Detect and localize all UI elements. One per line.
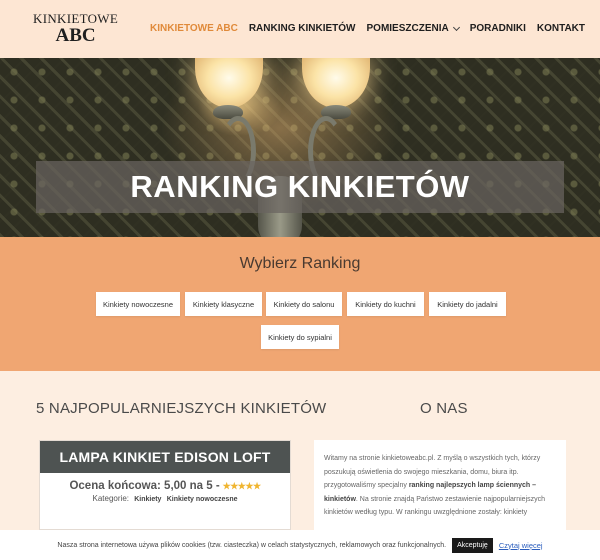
about-text-box: Witamy na stronie kinkietoweabc.pl. Z my…: [314, 440, 566, 530]
hero-title-box: RANKING KINKIETÓW: [36, 161, 564, 213]
ranking-button-bedroom[interactable]: Kinkiety do sypialni: [261, 325, 339, 349]
cookie-bar: Nasza strona internetowa używa plików co…: [0, 530, 600, 560]
about-section-title: O NAS: [420, 400, 468, 417]
product-title[interactable]: LAMPA KINKIET EDISON LOFT: [40, 441, 290, 473]
hero-title: RANKING KINKIETÓW: [130, 169, 470, 204]
ranking-button-classic[interactable]: Kinkiety klasyczne: [185, 292, 262, 316]
popular-section-title: 5 NAJPOPULARNIEJSZYCH KINKIETÓW: [36, 400, 327, 417]
ranking-button-kitchen[interactable]: Kinkiety do kuchni: [347, 292, 424, 316]
site-header: KINKIETOWE ABC KINKIETOWE ABC RANKING KI…: [0, 0, 600, 58]
main-nav: KINKIETOWE ABC RANKING KINKIETÓW POMIESZ…: [150, 23, 585, 34]
ranking-button-dining[interactable]: Kinkiety do jadalni: [429, 292, 506, 316]
nav-item-label: PORADNIKI: [469, 23, 526, 34]
category-link[interactable]: Kinkiety: [134, 496, 161, 503]
nav-item-ranking[interactable]: RANKING KINKIETÓW: [249, 23, 356, 34]
cookie-read-more-link[interactable]: Czytaj więcej: [499, 541, 543, 550]
product-card[interactable]: LAMPA KINKIET EDISON LOFT Ocena końcowa:…: [39, 440, 291, 530]
ranking-button-living-room[interactable]: Kinkiety do salonu: [266, 292, 342, 316]
star-rating-icon: ★★★★★: [222, 480, 261, 491]
cookie-accept-button[interactable]: Akceptuję: [452, 537, 493, 553]
logo-line-1: KINKIETOWE: [33, 11, 119, 26]
nav-item-label: KONTAKT: [536, 23, 585, 34]
product-categories: Kategorie: Kinkiety Kinkiety nowoczesne: [40, 494, 290, 503]
categories-label: Kategorie:: [92, 494, 129, 503]
nav-item-rooms[interactable]: POMIESZCZENIA: [366, 23, 460, 34]
ranking-button-modern[interactable]: Kinkiety nowoczesne: [96, 292, 180, 316]
cookie-text: Nasza strona internetowa używa plików co…: [57, 541, 447, 549]
nav-item-label: POMIESZCZENIA: [366, 23, 449, 34]
ranking-section: Wybierz Ranking Kinkiety nowoczesne Kink…: [0, 237, 600, 371]
site-logo[interactable]: KINKIETOWE ABC: [33, 12, 118, 45]
category-link[interactable]: Kinkiety nowoczesne: [167, 496, 238, 503]
nav-item-home[interactable]: KINKIETOWE ABC: [150, 23, 238, 34]
logo-line-2: ABC: [55, 25, 96, 46]
nav-item-label: KINKIETOWE ABC: [150, 23, 238, 34]
about-text-cont: . Na stronie znajdą Państwo zestawienie …: [324, 495, 546, 517]
chevron-down-icon: [452, 23, 460, 31]
nav-item-contact[interactable]: KONTAKT: [537, 23, 585, 34]
rating-label: Ocena końcowa: 5,00 na 5 -: [69, 480, 220, 492]
product-rating: Ocena końcowa: 5,00 na 5 - ★★★★★: [40, 480, 290, 492]
nav-item-guides[interactable]: PORADNIKI: [470, 23, 526, 34]
hero-banner: RANKING KINKIETÓW: [0, 58, 600, 237]
nav-item-label: RANKING KINKIETÓW: [248, 23, 356, 34]
ranking-title: Wybierz Ranking: [239, 255, 361, 272]
